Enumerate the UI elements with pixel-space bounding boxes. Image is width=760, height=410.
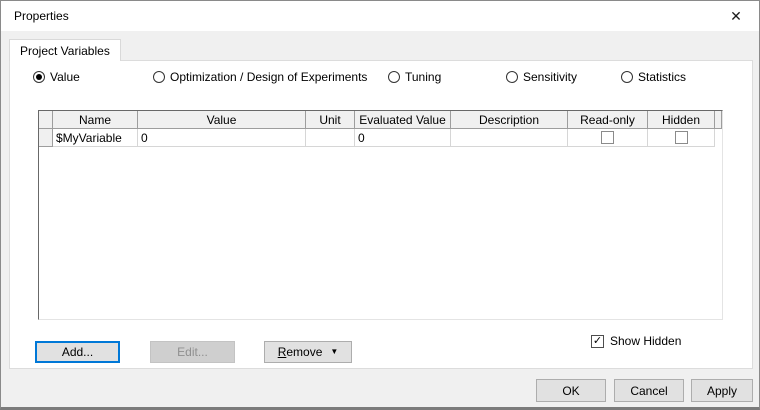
radio-optimization[interactable]: Optimization / Design of Experiments bbox=[153, 70, 367, 84]
table-row: $MyVariable 0 0 bbox=[39, 129, 722, 147]
ok-button-label: OK bbox=[562, 383, 580, 398]
radio-icon bbox=[388, 71, 400, 83]
column-header-value[interactable]: Value bbox=[138, 111, 306, 129]
checkbox-box: ✓ bbox=[591, 334, 604, 348]
chevron-down-icon: ▼ bbox=[330, 347, 339, 356]
tab-pane: Value Optimization / Design of Experimen… bbox=[9, 60, 753, 369]
radio-statistics-label: Statistics bbox=[638, 70, 687, 84]
remove-button[interactable]: Remove ▼ bbox=[264, 341, 352, 363]
grid-header-row: Name Value Unit Evaluated Value Descript… bbox=[39, 111, 722, 129]
row-header-cell[interactable] bbox=[39, 129, 53, 147]
column-header-description[interactable]: Description bbox=[451, 111, 568, 129]
radio-sensitivity[interactable]: Sensitivity bbox=[506, 70, 577, 84]
close-icon: ✕ bbox=[730, 7, 742, 24]
radio-tuning-label: Tuning bbox=[405, 70, 442, 84]
column-header-read-only[interactable]: Read-only bbox=[568, 111, 648, 129]
radio-value-label: Value bbox=[50, 70, 80, 84]
cell-value[interactable]: 0 bbox=[138, 129, 306, 147]
column-header-evaluated-value[interactable]: Evaluated Value bbox=[355, 111, 451, 129]
column-header-unit[interactable]: Unit bbox=[306, 111, 355, 129]
radio-tuning[interactable]: Tuning bbox=[388, 70, 441, 84]
radio-sensitivity-label: Sensitivity bbox=[523, 70, 578, 84]
radio-icon bbox=[506, 71, 518, 83]
radio-value[interactable]: Value bbox=[33, 70, 80, 84]
add-button-label: Add... bbox=[61, 345, 94, 359]
cancel-button[interactable]: Cancel bbox=[614, 379, 684, 402]
hidden-checkbox[interactable] bbox=[674, 131, 688, 144]
cell-read-only bbox=[568, 129, 648, 147]
cancel-button-label: Cancel bbox=[630, 383, 668, 398]
tab-label: Project Variables bbox=[20, 43, 110, 58]
ok-button[interactable]: OK bbox=[536, 379, 606, 402]
cell-unit[interactable] bbox=[306, 129, 355, 147]
radio-optimization-label: Optimization / Design of Experiments bbox=[170, 70, 368, 84]
apply-button-label: Apply bbox=[706, 383, 738, 398]
show-hidden-checkbox[interactable]: ✓ Show Hidden bbox=[591, 334, 681, 348]
show-hidden-label: Show Hidden bbox=[610, 334, 682, 348]
grid-corner-cell bbox=[39, 111, 53, 129]
cell-hidden bbox=[648, 129, 715, 147]
check-icon: ✓ bbox=[592, 334, 603, 347]
radio-icon bbox=[621, 71, 633, 83]
edit-button-label: Edit... bbox=[177, 345, 208, 359]
remove-button-label: Remove bbox=[277, 345, 323, 359]
radio-statistics[interactable]: Statistics bbox=[621, 70, 686, 84]
window-title: Properties bbox=[14, 9, 69, 23]
tab-project-variables[interactable]: Project Variables bbox=[9, 39, 121, 61]
add-button[interactable]: Add... bbox=[35, 341, 120, 363]
cell-name[interactable]: $MyVariable bbox=[53, 129, 138, 147]
radio-selected-icon bbox=[33, 71, 45, 83]
close-button[interactable]: ✕ bbox=[713, 1, 759, 31]
properties-dialog: Properties ✕ Project Variables Value Opt… bbox=[0, 0, 760, 410]
title-bar: Properties ✕ bbox=[1, 1, 759, 31]
column-header-name[interactable]: Name bbox=[53, 111, 138, 129]
cell-evaluated-value[interactable]: 0 bbox=[355, 129, 451, 147]
column-header-filler bbox=[715, 111, 722, 129]
radio-icon bbox=[153, 71, 165, 83]
edit-button[interactable]: Edit... bbox=[150, 341, 235, 363]
variables-grid: Name Value Unit Evaluated Value Descript… bbox=[38, 110, 723, 320]
read-only-checkbox[interactable] bbox=[601, 131, 614, 144]
apply-button[interactable]: Apply bbox=[691, 379, 753, 402]
cell-description[interactable] bbox=[451, 129, 568, 147]
column-header-hidden[interactable]: Hidden bbox=[648, 111, 715, 129]
